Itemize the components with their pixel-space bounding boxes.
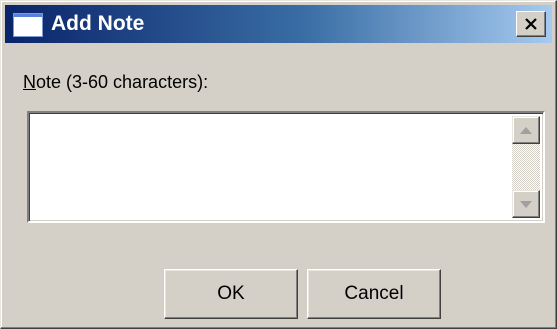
add-note-dialog: Add Note Note (3-60 characters): OK Canc… [0, 0, 557, 329]
ok-button[interactable]: OK [164, 269, 298, 319]
title-bar[interactable]: Add Note [5, 5, 552, 43]
close-icon [525, 18, 537, 30]
window-icon [13, 13, 43, 37]
scroll-down-button[interactable] [512, 190, 540, 218]
dialog-title: Add Note [51, 12, 145, 35]
cancel-button[interactable]: Cancel [307, 269, 441, 319]
note-label-text: ote (3-60 characters): [36, 72, 209, 92]
arrow-up-icon [520, 126, 532, 134]
note-textarea[interactable] [27, 111, 545, 223]
note-label-mnemonic: N [23, 72, 36, 92]
note-label: Note (3-60 characters): [23, 71, 208, 93]
note-scrollbar[interactable] [512, 116, 540, 218]
arrow-down-icon [520, 200, 532, 208]
close-button[interactable] [516, 11, 546, 37]
scroll-up-button[interactable] [512, 116, 540, 144]
